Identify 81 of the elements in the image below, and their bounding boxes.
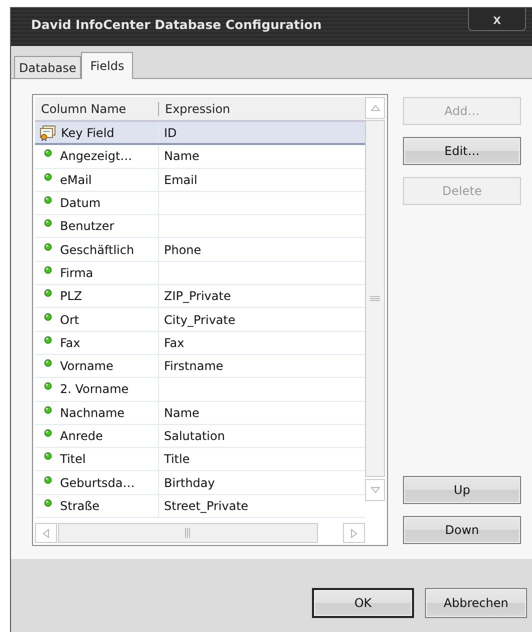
scroll-up-icon[interactable] — [370, 105, 380, 111]
table-row[interactable]: Geburtsda… Birthday — [35, 471, 365, 495]
table-row[interactable]: Nachname Name — [35, 402, 365, 425]
table-cell: Street_Private — [164, 498, 248, 513]
table-cell: Title — [164, 452, 190, 466]
table-row[interactable]: eMail Email — [35, 168, 365, 192]
table-cell: Straße — [60, 498, 100, 513]
scroll-right-icon[interactable] — [351, 528, 357, 538]
move-button[interactable]: Down — [403, 516, 521, 544]
table-row[interactable]: Fax Fax — [35, 332, 365, 355]
side-button[interactable]: Edit… — [403, 137, 521, 165]
table-row[interactable]: Vorname Firstname — [35, 354, 365, 378]
table-cell: Titel — [60, 452, 86, 466]
table-cell: 2. Vorname — [60, 382, 129, 396]
dot-icon — [44, 242, 52, 251]
table-row[interactable]: Key Field ID — [35, 122, 365, 146]
table-cell: ZIP_Private — [164, 289, 231, 304]
table-cell: Salutation — [164, 429, 225, 443]
table-row[interactable]: PLZ ZIP_Private — [35, 285, 365, 308]
scrollbar-thumb[interactable] — [58, 523, 318, 543]
table-cell: Nachname — [60, 406, 125, 420]
table-cell: Birthday — [164, 476, 215, 490]
table-row[interactable]: Firma — [35, 262, 365, 286]
scrollbar-thumb[interactable] — [365, 120, 385, 477]
table-cell: Benutzer — [60, 219, 114, 234]
table-cell: Name — [164, 149, 200, 164]
column-header[interactable]: Expression — [159, 97, 365, 120]
table-row[interactable]: Benutzer — [35, 215, 365, 238]
dot-icon — [44, 172, 52, 181]
table-cell: Ort — [60, 312, 80, 327]
move-button[interactable]: Up — [403, 476, 521, 504]
dialog-button[interactable]: Abbrechen — [425, 588, 527, 618]
table-row[interactable]: Angezeigt… Name — [35, 145, 365, 169]
table-cell: Phone — [164, 242, 202, 257]
table-cell: Vorname — [60, 359, 114, 374]
dialog-button[interactable]: OK — [312, 588, 414, 618]
table-cell: Geburtsda… — [60, 476, 135, 490]
dot-icon — [44, 406, 52, 414]
dot-icon — [44, 336, 52, 344]
dot-icon — [44, 476, 52, 484]
window-title: David InfoCenter Database Configuration — [31, 16, 322, 32]
table-cell: Angezeigt… — [60, 149, 132, 164]
table-row[interactable]: Straße Street_Private — [35, 494, 365, 518]
tab[interactable]: Fields — [81, 52, 134, 79]
table-row[interactable]: 2. Vorname — [35, 378, 365, 402]
table-cell: Firma — [60, 266, 94, 280]
table-cell: eMail — [60, 172, 92, 187]
dot-icon — [44, 312, 52, 321]
dot-icon — [44, 149, 52, 158]
table-cell: Key Field — [61, 126, 114, 140]
table-row[interactable]: Titel Title — [35, 448, 365, 472]
dot-icon — [44, 452, 52, 460]
close-button[interactable]: x — [468, 8, 526, 31]
table-cell: Email — [164, 172, 198, 187]
table-cell: Anrede — [60, 429, 103, 443]
table-row[interactable]: Datum — [35, 192, 365, 216]
table-cell: Geschäftlich — [60, 242, 134, 257]
key-field-icon — [39, 124, 57, 141]
dot-icon — [44, 196, 52, 204]
dot-icon — [44, 219, 52, 228]
dot-icon — [44, 429, 52, 437]
table-cell: Firstname — [164, 359, 224, 374]
dot-icon — [44, 498, 52, 507]
table-row[interactable]: Ort City_Private — [35, 308, 365, 332]
table-cell: PLZ — [60, 289, 82, 304]
table-cell: City_Private — [164, 312, 236, 327]
table-row[interactable]: Anrede Salutation — [35, 424, 365, 448]
dot-icon — [44, 382, 52, 390]
column-header[interactable]: Column Name — [35, 102, 159, 116]
scroll-down-icon[interactable] — [370, 487, 380, 493]
table-cell: Fax — [164, 336, 184, 350]
table-row[interactable]: Geschäftlich Phone — [35, 238, 365, 262]
dot-icon — [44, 289, 52, 298]
table-cell: ID — [164, 126, 177, 140]
scroll-left-icon[interactable] — [43, 528, 49, 538]
tab[interactable]: Database — [14, 56, 82, 78]
table-cell: Datum — [60, 196, 101, 210]
table-cell: Fax — [60, 336, 80, 350]
dot-icon — [44, 359, 52, 368]
table-cell: Name — [164, 406, 200, 420]
dot-icon — [44, 266, 52, 274]
